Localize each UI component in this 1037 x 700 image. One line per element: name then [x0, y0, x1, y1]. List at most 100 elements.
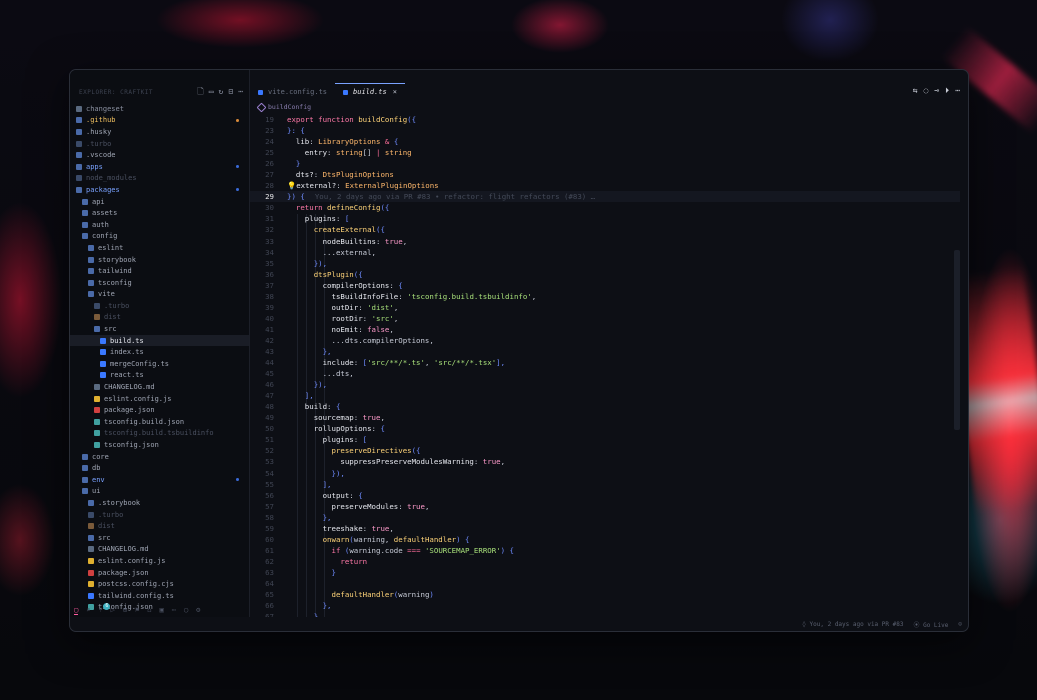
code-line[interactable]: 64 — [250, 578, 960, 589]
extensions-icon[interactable]: ⊞ — [123, 606, 127, 614]
more-icon[interactable]: ⋯ — [955, 87, 960, 95]
code-line[interactable]: 61 if (warning.code === 'SOURCEMAP_ERROR… — [250, 545, 960, 556]
file-item[interactable]: postcss.config.cjs — [70, 578, 249, 590]
go-live-button[interactable]: ⦿ Go Live — [913, 620, 948, 629]
settings-icon[interactable]: ⚙ — [196, 606, 200, 614]
code-line[interactable]: 24 lib: LibraryOptions & { — [250, 136, 960, 147]
folder-item[interactable]: config — [70, 231, 249, 243]
code-line[interactable]: 25 entry: string[] | string — [250, 147, 960, 158]
file-item[interactable]: package.json — [70, 404, 249, 416]
debug-icon[interactable]: ⚑ — [135, 606, 139, 614]
folder-item[interactable]: .husky — [70, 126, 249, 138]
folder-item[interactable]: .turbo — [70, 509, 249, 521]
file-item[interactable]: tsconfig.build.json — [70, 416, 249, 428]
folder-item[interactable]: changeset — [70, 103, 249, 115]
code-line[interactable]: 29}) {You, 2 days ago via PR #83 • refac… — [250, 191, 960, 203]
folder-item[interactable]: tailwind — [70, 265, 249, 277]
account-icon[interactable]: ◯ — [184, 606, 188, 614]
folder-item[interactable]: ui — [70, 486, 249, 498]
more-icon[interactable]: ⋯ — [172, 606, 176, 614]
folder-item[interactable]: .storybook — [70, 497, 249, 509]
search-icon[interactable]: ⌕ — [86, 606, 90, 614]
code-line[interactable]: 66 }, — [250, 600, 960, 611]
run-icon[interactable]: ⏵ — [945, 87, 949, 95]
folder-item[interactable]: tsconfig — [70, 277, 249, 289]
folder-item[interactable]: db — [70, 462, 249, 474]
close-tab-icon[interactable]: × — [393, 88, 397, 96]
code-line[interactable]: 49 sourcemap: true, — [250, 412, 960, 423]
code-line[interactable]: 34 ...external, — [250, 247, 960, 258]
code-line[interactable]: 19 export function buildConfig({ — [250, 114, 960, 125]
code-line[interactable]: 46 }), — [250, 379, 960, 390]
folder-item[interactable]: packages — [70, 184, 249, 196]
code-line[interactable]: 31 plugins: [ — [250, 213, 960, 224]
code-line[interactable]: 51 plugins: [ — [250, 434, 960, 445]
code-line[interactable]: 37 compilerOptions: { — [250, 280, 960, 291]
collapse-icon[interactable]: ⊟ — [228, 88, 233, 96]
source-control-icon[interactable]: ⑂ 6 — [98, 603, 111, 614]
folder-item[interactable]: node_modules — [70, 173, 249, 185]
code-line[interactable]: 65 defaultHandler(warning) — [250, 589, 960, 600]
folder-item[interactable]: .turbo — [70, 138, 249, 150]
code-line[interactable]: 50 rollupOptions: { — [250, 423, 960, 434]
files-icon[interactable]: ▢ — [74, 606, 79, 615]
refresh-icon[interactable]: ↻ — [219, 88, 224, 96]
folder-item[interactable]: auth — [70, 219, 249, 231]
code-line[interactable]: 62 return — [250, 556, 960, 567]
file-item[interactable]: CHANGELOG.md — [70, 381, 249, 393]
code-line[interactable]: 36 dtsPlugin({ — [250, 269, 960, 280]
breadcrumb[interactable]: buildConfig — [256, 102, 311, 112]
file-item[interactable]: package.json — [70, 567, 249, 579]
folder-item[interactable]: .turbo — [70, 300, 249, 312]
code-line[interactable]: 43 }, — [250, 346, 960, 357]
code-line[interactable]: 60 onwarn(warning, defaultHandler) { — [250, 534, 960, 545]
folder-item[interactable]: storybook — [70, 254, 249, 266]
file-item[interactable]: tsconfig.json — [70, 439, 249, 451]
tab-build-ts[interactable]: build.ts × — [335, 83, 405, 100]
go-back-icon[interactable]: ◌ — [924, 87, 929, 95]
code-line[interactable]: 26 } — [250, 158, 960, 169]
git-blame-status[interactable]: ◊ You, 2 days ago via PR #83 — [802, 621, 903, 628]
file-item[interactable]: CHANGELOG.md — [70, 544, 249, 556]
code-line[interactable]: 54 }), — [250, 468, 960, 479]
docker-icon[interactable]: ▣ — [160, 606, 164, 614]
code-line[interactable]: 52 preserveDirectives({ — [250, 445, 960, 456]
code-line[interactable]: 38 tsBuildInfoFile: 'tsconfig.build.tsbu… — [250, 291, 960, 302]
remote-icon[interactable]: ⌂ — [147, 606, 151, 614]
more-icon[interactable]: ⋯ — [238, 88, 243, 96]
file-item[interactable]: index.ts — [70, 346, 249, 358]
file-item[interactable]: tsconfig.build.tsbuildinfo — [70, 428, 249, 440]
code-line[interactable]: 32 createExternal({ — [250, 224, 960, 235]
notifications-icon[interactable]: ☺ — [958, 621, 962, 628]
file-item[interactable]: tailwind.config.ts — [70, 590, 249, 602]
folder-item[interactable]: eslint — [70, 242, 249, 254]
code-line[interactable]: 39 outDir: 'dist', — [250, 302, 960, 313]
code-line[interactable]: 28 💡 external?: ExternalPluginOptions — [250, 180, 960, 191]
folder-item[interactable]: dist — [70, 312, 249, 324]
code-line[interactable]: 35 }), — [250, 258, 960, 269]
new-folder-icon[interactable]: ▭ — [209, 88, 214, 96]
run-icon[interactable]: ▷ — [111, 606, 115, 614]
code-line[interactable]: 55 ], — [250, 479, 960, 490]
file-item[interactable]: react.ts — [70, 370, 249, 382]
file-item[interactable]: build.ts — [70, 334, 249, 347]
code-line[interactable]: 58 }, — [250, 512, 960, 523]
folder-item[interactable]: assets — [70, 207, 249, 219]
code-line[interactable]: 30 return defineConfig({ — [250, 202, 960, 213]
go-forward-icon[interactable]: ⊸ — [934, 87, 939, 95]
file-item[interactable]: eslint.config.js — [70, 555, 249, 567]
folder-item[interactable]: core — [70, 451, 249, 463]
code-line[interactable]: 59 treeshake: true, — [250, 523, 960, 534]
code-line[interactable]: 53 suppressPreserveModulesWarning: true, — [250, 456, 960, 467]
folder-item[interactable]: api — [70, 196, 249, 208]
code-line[interactable]: 57 preserveModules: true, — [250, 501, 960, 512]
code-line[interactable]: 42 ...dts.compilerOptions, — [250, 335, 960, 346]
folder-item[interactable]: vite — [70, 289, 249, 301]
code-editor[interactable]: 19 export function buildConfig({23}: {24 … — [250, 114, 960, 617]
code-line[interactable]: 40 rootDir: 'src', — [250, 313, 960, 324]
code-line[interactable]: 47 ], — [250, 390, 960, 401]
folder-item[interactable]: .vscode — [70, 149, 249, 161]
file-item[interactable]: mergeConfig.ts — [70, 358, 249, 370]
code-line[interactable]: 56 output: { — [250, 490, 960, 501]
code-line[interactable]: 63 } — [250, 567, 960, 578]
